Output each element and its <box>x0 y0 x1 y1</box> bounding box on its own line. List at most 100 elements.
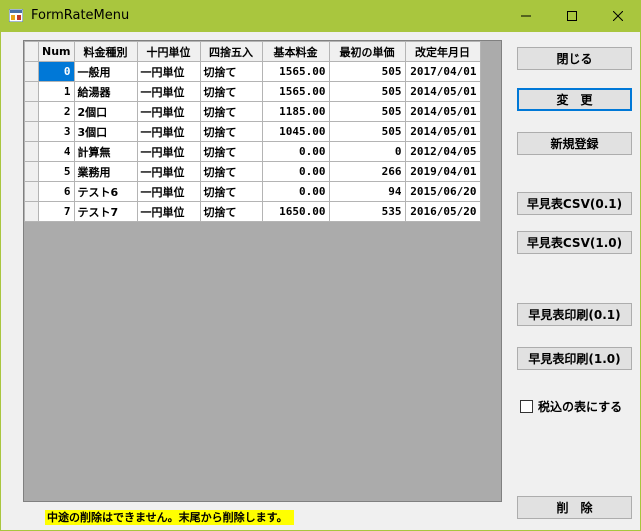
new-register-button[interactable]: 新規登録 <box>517 132 632 155</box>
cell-base-fee[interactable]: 1565.00 <box>261 61 330 82</box>
cell-base-fee[interactable]: 1045.00 <box>261 121 330 142</box>
cell-revision-date[interactable]: 2014/05/01 <box>404 101 481 122</box>
row-header[interactable] <box>24 201 39 222</box>
table-header-row: Num 料金種別 十円単位 四捨五入 基本料金 最初の単価 改定年月日 <box>24 41 481 62</box>
minimize-icon <box>521 15 531 16</box>
cell-rounding[interactable]: 切捨て <box>199 101 263 122</box>
cell-type[interactable]: 業務用 <box>73 161 138 182</box>
cell-revision-date[interactable]: 2014/05/01 <box>404 81 481 102</box>
row-header[interactable] <box>24 81 39 102</box>
cell-base-fee[interactable]: 0.00 <box>261 161 330 182</box>
cell-type[interactable]: 給湯器 <box>73 81 138 102</box>
cell-num[interactable]: 4 <box>38 141 75 162</box>
table-row[interactable]: 1 給湯器 一円単位 切捨て 1565.00 505 2014/05/01 <box>24 81 481 102</box>
table-row[interactable]: 4 計算無 一円単位 切捨て 0.00 0 2012/04/05 <box>24 141 481 162</box>
cell-unit[interactable]: 一円単位 <box>136 181 201 202</box>
print-table-01-button[interactable]: 早見表印刷(0.1) <box>517 303 632 326</box>
cell-num[interactable]: 3 <box>38 121 75 142</box>
cell-revision-date[interactable]: 2019/04/01 <box>404 161 481 182</box>
column-header-num[interactable]: Num <box>38 41 75 62</box>
cell-revision-date[interactable]: 2015/06/20 <box>404 181 481 202</box>
column-header-rounding[interactable]: 四捨五入 <box>199 41 263 62</box>
client-area: Num 料金種別 十円単位 四捨五入 基本料金 最初の単価 改定年月日 0 一般用… <box>1 32 640 530</box>
cell-type[interactable]: テスト6 <box>73 181 138 202</box>
cell-rounding[interactable]: 切捨て <box>199 181 263 202</box>
cell-num[interactable]: 6 <box>38 181 75 202</box>
cell-rounding[interactable]: 切捨て <box>199 161 263 182</box>
cell-rounding[interactable]: 切捨て <box>199 141 263 162</box>
cell-rounding[interactable]: 切捨て <box>199 61 263 82</box>
cell-base-fee[interactable]: 0.00 <box>261 181 330 202</box>
cell-first-unit-price[interactable]: 505 <box>328 121 406 142</box>
column-header-first-unit-price[interactable]: 最初の単価 <box>328 41 406 62</box>
row-header-corner[interactable] <box>24 41 39 62</box>
column-header-type[interactable]: 料金種別 <box>73 41 138 62</box>
close-window-button[interactable] <box>595 0 641 31</box>
cell-unit[interactable]: 一円単位 <box>136 201 201 222</box>
row-header[interactable] <box>24 101 39 122</box>
maximize-icon <box>567 10 577 21</box>
cell-type[interactable]: テスト7 <box>73 201 138 222</box>
cell-unit[interactable]: 一円単位 <box>136 141 201 162</box>
row-header[interactable] <box>24 141 39 162</box>
cell-first-unit-price[interactable]: 505 <box>328 61 406 82</box>
csv-export-01-button[interactable]: 早見表CSV(0.1) <box>517 192 632 215</box>
table-row[interactable]: 2 2個口 一円単位 切捨て 1185.00 505 2014/05/01 <box>24 101 481 122</box>
cell-unit[interactable]: 一円単位 <box>136 121 201 142</box>
tax-included-option[interactable]: 税込の表にする <box>520 398 622 415</box>
cell-num[interactable]: 5 <box>38 161 75 182</box>
cell-first-unit-price[interactable]: 94 <box>328 181 406 202</box>
tax-included-checkbox[interactable] <box>520 400 533 413</box>
cell-first-unit-price[interactable]: 535 <box>328 201 406 222</box>
cell-first-unit-price[interactable]: 505 <box>328 81 406 102</box>
cell-num[interactable]: 0 <box>38 61 75 82</box>
column-header-unit[interactable]: 十円単位 <box>136 41 201 62</box>
cell-base-fee[interactable]: 1565.00 <box>261 81 330 102</box>
table-row[interactable]: 5 業務用 一円単位 切捨て 0.00 266 2019/04/01 <box>24 161 481 182</box>
close-button[interactable]: 閉じる <box>517 47 632 70</box>
cell-rounding[interactable]: 切捨て <box>199 121 263 142</box>
cell-rounding[interactable]: 切捨て <box>199 201 263 222</box>
table-row[interactable]: 6 テスト6 一円単位 切捨て 0.00 94 2015/06/20 <box>24 181 481 202</box>
cell-first-unit-price[interactable]: 266 <box>328 161 406 182</box>
rate-data-grid[interactable]: Num 料金種別 十円単位 四捨五入 基本料金 最初の単価 改定年月日 0 一般用… <box>23 40 502 502</box>
cell-num[interactable]: 7 <box>38 201 75 222</box>
column-header-base-fee[interactable]: 基本料金 <box>261 41 330 62</box>
table-row[interactable]: 0 一般用 一円単位 切捨て 1565.00 505 2017/04/01 <box>24 61 481 82</box>
cell-base-fee[interactable]: 0.00 <box>261 141 330 162</box>
cell-unit[interactable]: 一円単位 <box>136 81 201 102</box>
delete-button[interactable]: 削 除 <box>517 496 632 519</box>
maximize-button[interactable] <box>549 0 595 31</box>
cell-unit[interactable]: 一円単位 <box>136 61 201 82</box>
cell-revision-date[interactable]: 2017/04/01 <box>404 61 481 82</box>
row-header[interactable] <box>24 61 39 82</box>
change-button[interactable]: 変 更 <box>517 88 632 111</box>
cell-type[interactable]: 計算無 <box>73 141 138 162</box>
table-row[interactable]: 3 3個口 一円単位 切捨て 1045.00 505 2014/05/01 <box>24 121 481 142</box>
cell-revision-date[interactable]: 2012/04/05 <box>404 141 481 162</box>
cell-revision-date[interactable]: 2014/05/01 <box>404 121 481 142</box>
tax-included-label: 税込の表にする <box>538 400 623 414</box>
cell-first-unit-price[interactable]: 505 <box>328 101 406 122</box>
cell-type[interactable]: 一般用 <box>73 61 138 82</box>
cell-first-unit-price[interactable]: 0 <box>328 141 406 162</box>
cell-unit[interactable]: 一円単位 <box>136 161 201 182</box>
cell-revision-date[interactable]: 2016/05/20 <box>404 201 481 222</box>
cell-num[interactable]: 1 <box>38 81 75 102</box>
row-header[interactable] <box>24 161 39 182</box>
row-header[interactable] <box>24 181 39 202</box>
cell-rounding[interactable]: 切捨て <box>199 81 263 102</box>
title-bar[interactable]: FormRateMenu <box>0 0 641 32</box>
print-table-10-button[interactable]: 早見表印刷(1.0) <box>517 347 632 370</box>
cell-base-fee[interactable]: 1185.00 <box>261 101 330 122</box>
cell-num[interactable]: 2 <box>38 101 75 122</box>
cell-type[interactable]: 2個口 <box>73 101 138 122</box>
csv-export-10-button[interactable]: 早見表CSV(1.0) <box>517 231 632 254</box>
cell-base-fee[interactable]: 1650.00 <box>261 201 330 222</box>
column-header-revision-date[interactable]: 改定年月日 <box>404 41 481 62</box>
minimize-button[interactable] <box>503 0 549 31</box>
cell-unit[interactable]: 一円単位 <box>136 101 201 122</box>
table-row[interactable]: 7 テスト7 一円単位 切捨て 1650.00 535 2016/05/20 <box>24 201 481 222</box>
cell-type[interactable]: 3個口 <box>73 121 138 142</box>
row-header[interactable] <box>24 121 39 142</box>
